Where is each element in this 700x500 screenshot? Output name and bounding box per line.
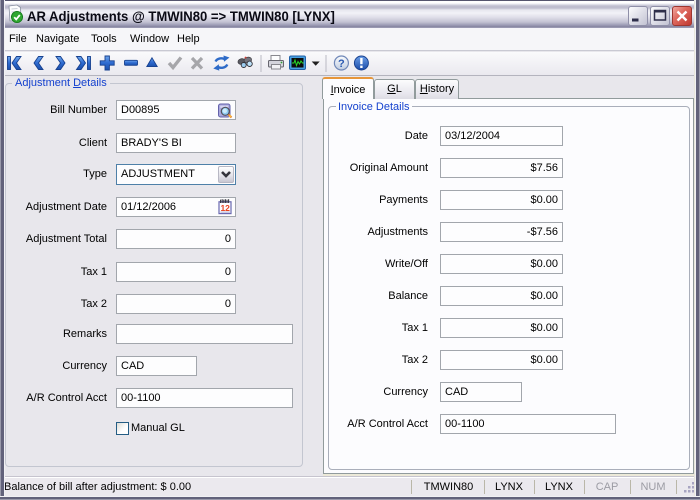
svg-text:12: 12 [220,203,230,213]
svg-text:?: ? [338,58,345,70]
